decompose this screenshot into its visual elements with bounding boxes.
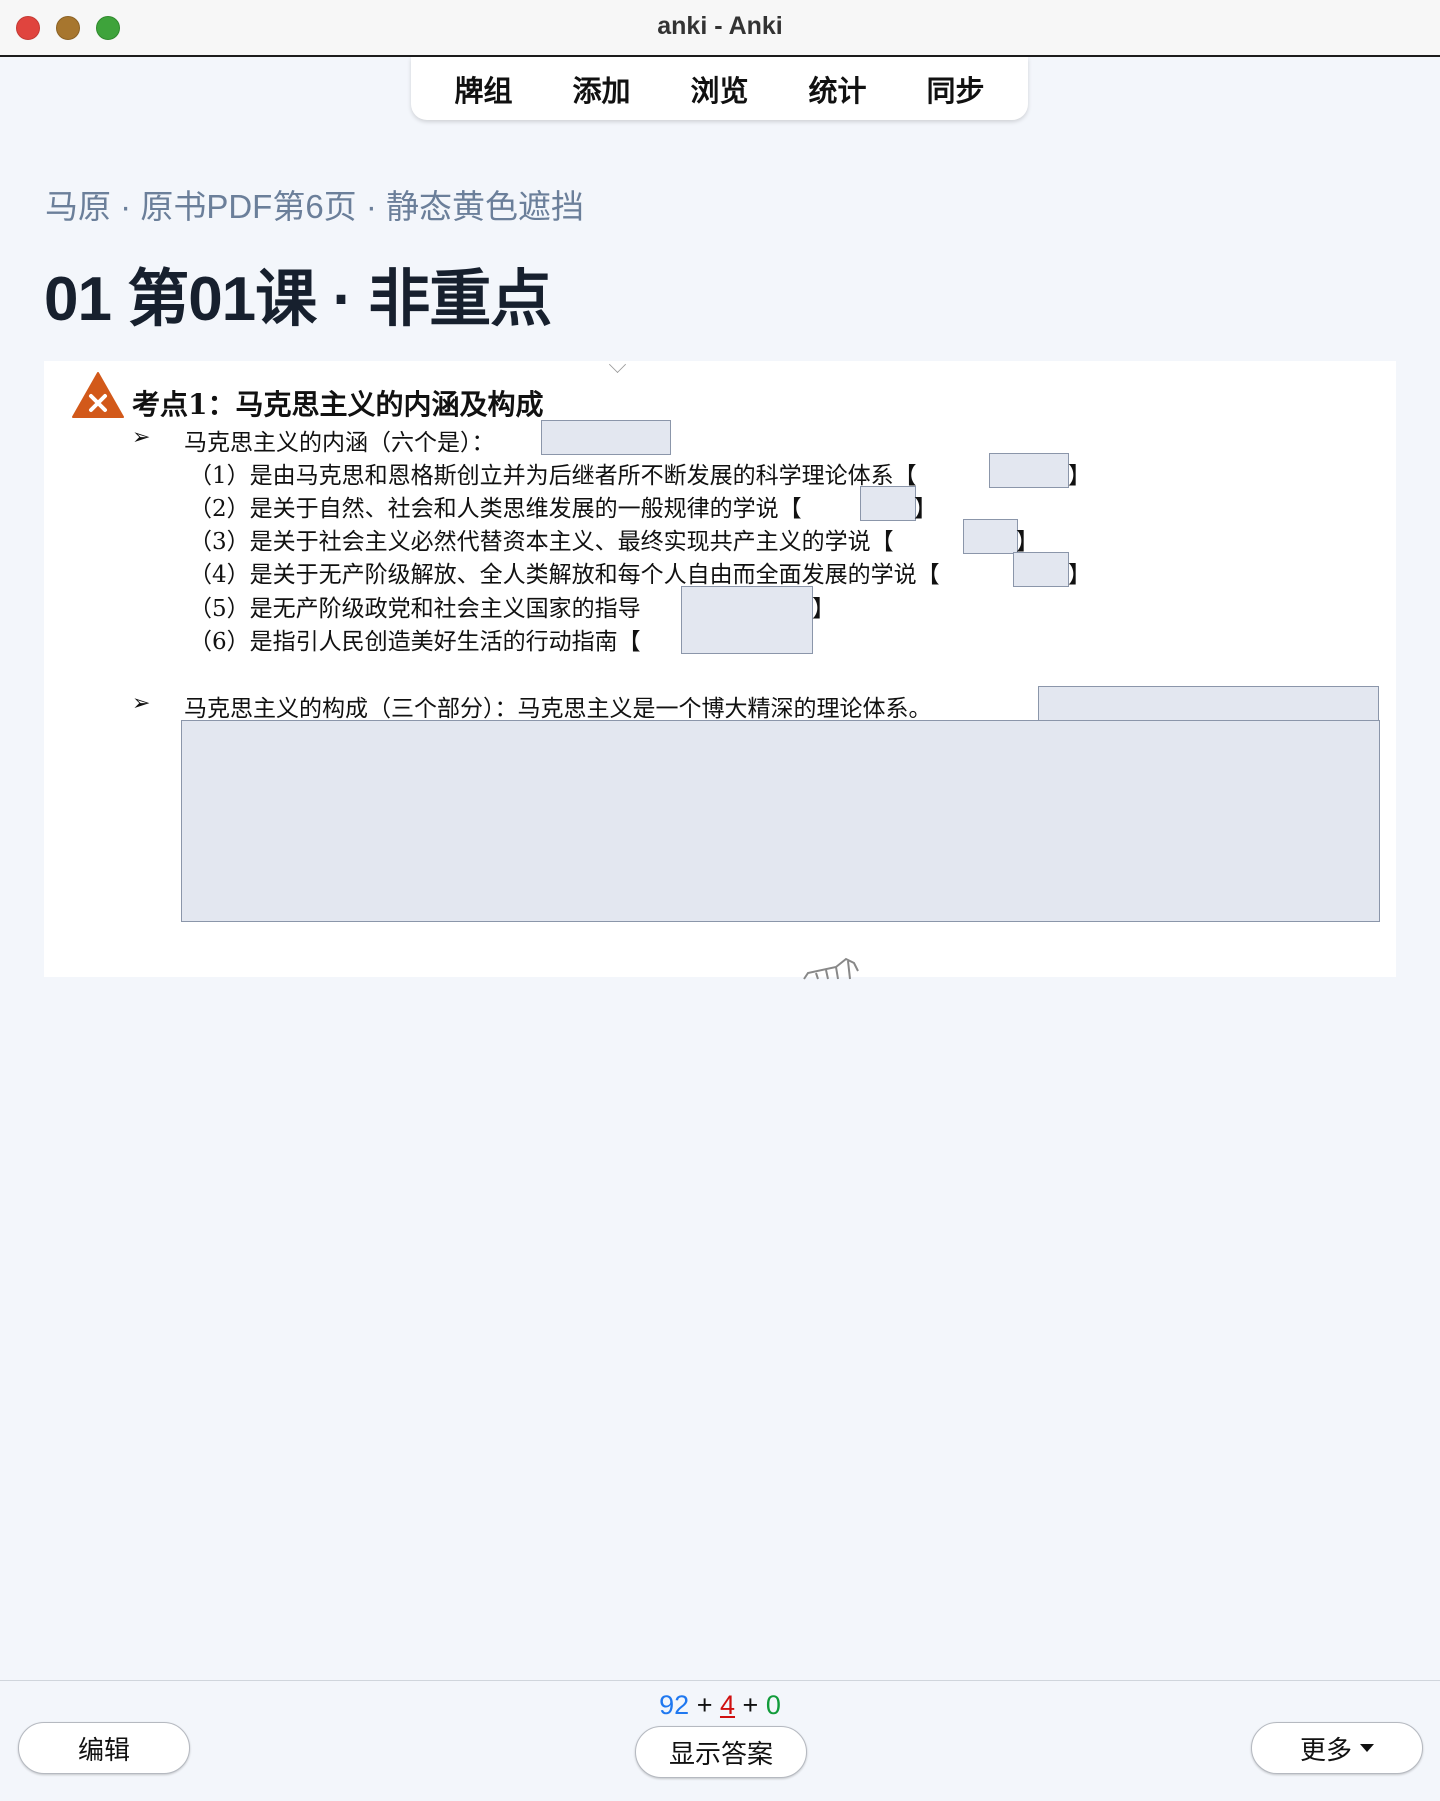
occlusion-mask[interactable] bbox=[681, 586, 813, 654]
occlusion-mask[interactable] bbox=[989, 453, 1069, 488]
list-item: （4）是关于无产阶级解放、全人类解放和每个人自由而全面发展的学说【 bbox=[189, 562, 940, 588]
count-learn: 4 bbox=[719, 1690, 736, 1720]
toolbar-stats[interactable]: 统计 bbox=[779, 68, 897, 110]
topic-heading: 考点1：马克思主义的内涵及构成 bbox=[132, 388, 544, 421]
bullet-icon: ➢ bbox=[132, 691, 151, 716]
edit-button[interactable]: 编辑 bbox=[18, 1722, 190, 1774]
window-title: anki - Anki bbox=[657, 12, 783, 40]
review-counts: 92 + 4 + 0 bbox=[0, 1690, 1440, 1721]
occlusion-mask[interactable] bbox=[541, 420, 671, 455]
list-item: （5）是无产阶级政党和社会主义国家的指导 bbox=[189, 596, 641, 622]
title-bar: anki - Anki bbox=[0, 0, 1440, 57]
close-bracket: 】 bbox=[1068, 463, 1091, 489]
more-button-label: 更多 bbox=[1299, 1734, 1352, 1765]
occlusion-mask[interactable] bbox=[860, 486, 916, 521]
count-separator: + bbox=[742, 1690, 759, 1720]
show-answer-button[interactable]: 显示答案 bbox=[635, 1726, 807, 1778]
occlusion-mask[interactable] bbox=[1038, 686, 1379, 721]
bullet-icon: ➢ bbox=[132, 425, 151, 450]
list-item: （2）是关于自然、社会和人类思维发展的一般规律的学说【 bbox=[189, 496, 802, 522]
occlusion-mask[interactable] bbox=[963, 519, 1018, 554]
warning-close-icon bbox=[72, 372, 124, 418]
close-bracket: 】 bbox=[1068, 562, 1091, 588]
close-bracket: 】 bbox=[914, 496, 937, 522]
toolbar-add[interactable]: 添加 bbox=[542, 68, 660, 110]
line-intro: 马克思主义的内涵（六个是）： bbox=[184, 430, 495, 456]
chevron-down-icon bbox=[609, 356, 626, 373]
count-review: 0 bbox=[765, 1690, 781, 1720]
close-bracket: 】 bbox=[812, 596, 835, 622]
list-item: （6）是指引人民创造美好生活的行动指南【 bbox=[189, 629, 641, 655]
dropdown-arrow-icon bbox=[1360, 1744, 1374, 1752]
line-compose: 马克思主义的构成（三个部分）：马克思主义是一个博大精深的理论体系。 bbox=[184, 696, 932, 722]
deck-heading: 01 第01课 · 非重点 bbox=[44, 265, 552, 334]
close-bracket: 】 bbox=[1016, 529, 1039, 555]
toolbar-sync[interactable]: 同步 bbox=[897, 68, 1015, 110]
main-toolbar: 牌组 添加 浏览 统计 同步 bbox=[411, 57, 1028, 120]
occlusion-mask[interactable] bbox=[181, 720, 1380, 922]
edit-button-label: 编辑 bbox=[77, 1734, 130, 1765]
count-new: 92 bbox=[659, 1690, 690, 1720]
list-item: （3）是关于社会主义必然代替资本主义、最终实现共产主义的学说【 bbox=[189, 529, 894, 555]
count-separator: + bbox=[696, 1690, 713, 1720]
occlusion-mask[interactable] bbox=[1013, 552, 1069, 587]
deck-subtitle: 马原 · 原书PDF第6页 · 静态黄色遮挡 bbox=[45, 188, 585, 225]
show-answer-label: 显示答案 bbox=[668, 1738, 773, 1769]
more-button[interactable]: 更多 bbox=[1251, 1722, 1423, 1774]
seal-stamp-icon bbox=[803, 957, 859, 980]
toolbar-browse[interactable]: 浏览 bbox=[660, 68, 778, 110]
toolbar-decks[interactable]: 牌组 bbox=[424, 68, 542, 110]
card-content: 考点1：马克思主义的内涵及构成 ➢ 马克思主义的内涵（六个是）： （1）是由马克… bbox=[44, 356, 1396, 980]
list-item: （1）是由马克思和恩格斯创立并为后继者所不断发展的科学理论体系【 bbox=[189, 463, 917, 489]
